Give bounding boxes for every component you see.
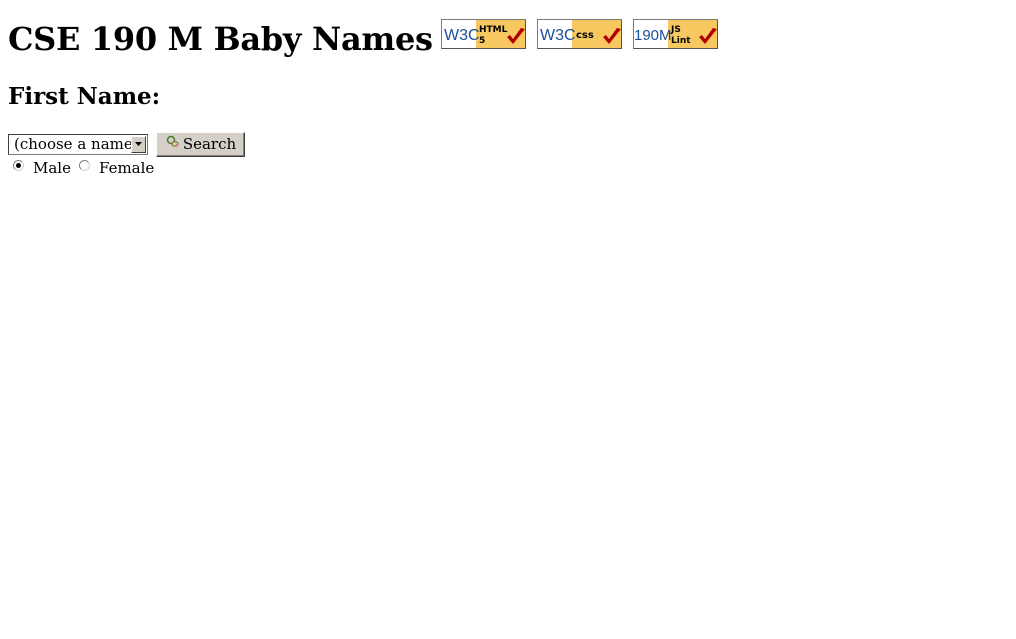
w3c-html5-valid-icon[interactable]: W3C HTML 5	[440, 19, 527, 51]
male-radio[interactable]	[13, 159, 24, 171]
page-title: CSE 190 M Baby Names	[8, 20, 433, 58]
chevron-down-icon[interactable]	[131, 135, 146, 153]
svg-text:css: css	[576, 30, 594, 41]
svg-text:W3C: W3C	[540, 27, 576, 44]
gender-radio-group: Male Female	[13, 158, 162, 178]
search-button-label: Search	[182, 135, 237, 153]
name-select-value: (choose a name)	[14, 134, 131, 153]
svg-text:HTML: HTML	[479, 25, 508, 35]
baby-pacifier-icon	[165, 134, 181, 150]
svg-text:Lint: Lint	[671, 36, 691, 46]
search-button[interactable]: Search	[156, 131, 245, 157]
name-select[interactable]: (choose a name)	[8, 133, 148, 155]
female-radio[interactable]	[78, 159, 90, 171]
jslint-valid-icon[interactable]: 190M JS Lint	[632, 19, 719, 51]
svg-text:190M: 190M	[634, 27, 672, 44]
svg-text:5: 5	[479, 36, 485, 46]
title-row: CSE 190 M Baby Names W3C HTML 5 W3C css …	[8, 18, 729, 60]
search-controls: (choose a name) Search	[8, 131, 245, 157]
validator-badges: W3C HTML 5 W3C css 190M JS Lint	[440, 19, 729, 51]
first-name-heading: First Name:	[8, 83, 161, 110]
svg-text:JS: JS	[670, 25, 681, 35]
w3c-css-valid-icon[interactable]: W3C css	[536, 19, 623, 51]
svg-text:W3C: W3C	[444, 27, 480, 44]
male-radio-label[interactable]: Male	[33, 159, 71, 177]
page: CSE 190 M Baby Names W3C HTML 5 W3C css …	[0, 0, 1016, 639]
female-radio-label[interactable]: Female	[99, 159, 154, 177]
